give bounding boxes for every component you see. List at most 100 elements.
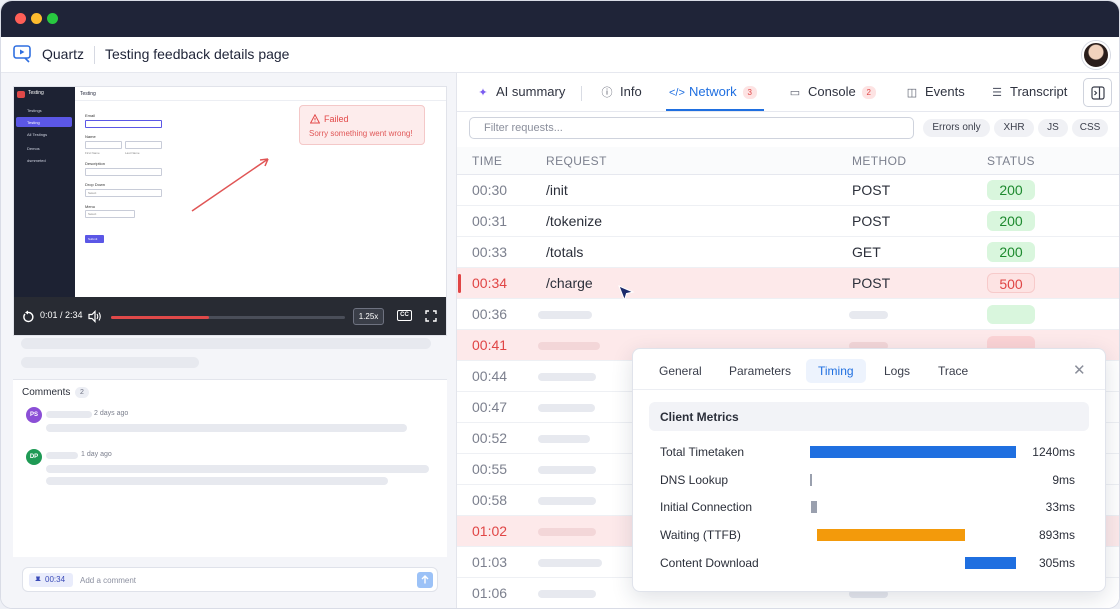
request-placeholder	[538, 466, 596, 474]
metric-bar	[810, 473, 812, 486]
request-time: 00:41	[472, 337, 508, 353]
column-header-request[interactable]: REQUEST	[546, 154, 607, 168]
table-row[interactable]: 00:36	[457, 299, 1119, 330]
video-progress-bar[interactable]	[111, 316, 345, 319]
column-header-status[interactable]: STATUS	[987, 154, 1035, 168]
maximize-window-icon[interactable]	[47, 13, 58, 24]
request-placeholder	[538, 373, 596, 381]
client-metrics-heading: Client Metrics	[649, 402, 1089, 431]
table-row[interactable]: 00:33 /totals GET 200	[457, 237, 1119, 268]
request-time: 00:31	[472, 213, 508, 229]
filter-chip-css[interactable]: CSS	[1072, 119, 1108, 137]
captions-icon[interactable]: CC	[397, 310, 412, 321]
filter-chip-js[interactable]: JS	[1038, 119, 1068, 137]
replay-icon[interactable]	[22, 310, 34, 323]
loading-placeholder	[21, 357, 199, 368]
comments-section: Comments 2 PS 2 days ago DP 1 day ago	[13, 379, 447, 557]
commenter-avatar: DP	[26, 449, 42, 465]
tab-network[interactable]: </> Network 3	[669, 84, 757, 99]
playback-speed-button[interactable]: 1.25x	[353, 308, 384, 325]
request-time: 00:58	[472, 492, 508, 508]
pin-icon	[35, 576, 41, 584]
request-placeholder	[538, 404, 595, 412]
filter-requests-input[interactable]: Filter requests...	[469, 117, 914, 139]
app-window: Quartz Testing feedback details page Tes…	[0, 0, 1120, 609]
request-placeholder	[538, 435, 590, 443]
column-header-time[interactable]: TIME	[472, 154, 502, 168]
sidebar-toggle-icon	[1091, 86, 1105, 100]
table-row[interactable]: 00:30 /init POST 200	[457, 175, 1119, 206]
page-title: Testing feedback details page	[105, 46, 290, 62]
request-time: 00:30	[472, 182, 508, 198]
loading-placeholder	[21, 338, 431, 349]
tab-parameters[interactable]: Parameters	[729, 364, 791, 378]
events-icon: ◫	[906, 87, 918, 99]
tab-timing[interactable]: Timing	[806, 359, 866, 383]
left-pane: Testing Testings Testing All Testings De…	[1, 73, 457, 608]
metric-value: 1240ms	[1032, 445, 1075, 459]
comment-time: 1 day ago	[81, 451, 112, 458]
table-row-selected[interactable]: 00:34 /charge POST 500	[457, 268, 1119, 302]
console-error-badge: 2	[861, 86, 876, 99]
comment-input[interactable]: Add a comment	[80, 576, 136, 585]
tab-transcript[interactable]: ☰ Transcript	[990, 84, 1067, 99]
sparkle-icon: ✦	[478, 87, 488, 99]
metric-track	[810, 473, 1016, 486]
request-placeholder	[538, 559, 602, 567]
app-name: Quartz	[42, 46, 85, 62]
network-table-header: TIME REQUEST METHOD STATUS	[457, 147, 1119, 175]
metric-track	[810, 501, 1016, 514]
request-placeholder	[538, 311, 592, 319]
request-time: 00:44	[472, 368, 508, 384]
comment-composer[interactable]: 00:34 Add a comment	[22, 567, 438, 592]
terminal-icon: ▭	[789, 87, 801, 99]
metric-value: 9ms	[1052, 472, 1075, 487]
tab-general[interactable]: General	[659, 364, 702, 378]
user-avatar[interactable]	[1082, 41, 1110, 69]
comment-text-placeholder	[46, 477, 388, 485]
request-path: /init	[546, 182, 568, 198]
metric-label: Content Download	[660, 555, 759, 570]
tab-divider	[581, 86, 582, 101]
column-header-method[interactable]: METHOD	[852, 154, 906, 168]
toggle-panel-button[interactable]	[1083, 78, 1112, 107]
fullscreen-icon[interactable]	[425, 310, 437, 322]
minimize-window-icon[interactable]	[31, 13, 42, 24]
request-path: /charge	[546, 275, 593, 291]
timestamp-value: 00:34	[45, 575, 66, 584]
request-time: 00:52	[472, 430, 508, 446]
metric-label: Initial Connection	[660, 500, 753, 515]
tab-info[interactable]: ⓘ Info	[600, 84, 642, 100]
tab-events[interactable]: ◫ Events	[905, 84, 965, 99]
request-method: POST	[852, 213, 891, 229]
detail-tabs: ✦ AI summary ⓘ Info </> Network 3 ▭ Console 2 …	[457, 73, 1119, 112]
request-path: /totals	[546, 244, 584, 260]
table-row[interactable]: 00:31 /tokenize POST 200	[457, 206, 1119, 237]
metric-bar	[965, 556, 1016, 569]
request-time: 00:36	[472, 306, 508, 322]
send-comment-button[interactable]	[417, 572, 433, 588]
request-time: 01:02	[472, 523, 508, 539]
tab-trace[interactable]: Trace	[938, 364, 968, 378]
volume-icon[interactable]	[88, 310, 102, 323]
title-bar	[1, 1, 1119, 37]
code-icon: </>	[669, 87, 685, 99]
metric-value: 33ms	[1045, 500, 1075, 515]
close-icon[interactable]: ✕	[1073, 361, 1086, 379]
commenter-name-placeholder	[46, 411, 92, 418]
filter-chip-xhr[interactable]: XHR	[994, 119, 1034, 137]
tab-logs[interactable]: Logs	[884, 364, 910, 378]
video-player[interactable]: Testing Testings Testing All Testings De…	[13, 86, 447, 336]
close-window-icon[interactable]	[15, 13, 26, 24]
popup-tabs: General Parameters Timing Logs Trace ✕	[633, 349, 1105, 390]
tab-label: Transcript	[1010, 84, 1068, 99]
request-placeholder	[538, 590, 596, 598]
filter-chip-errors-only[interactable]: Errors only	[923, 119, 990, 137]
comment-text-placeholder	[46, 424, 407, 432]
video-progress-fill	[111, 316, 210, 319]
tab-console[interactable]: ▭ Console 2	[788, 84, 876, 99]
tab-ai-summary[interactable]: ✦ AI summary	[476, 84, 565, 99]
timestamp-chip[interactable]: 00:34	[29, 573, 73, 587]
metric-label: Waiting (TTFB)	[660, 528, 741, 543]
status-badge: 500	[987, 273, 1035, 293]
